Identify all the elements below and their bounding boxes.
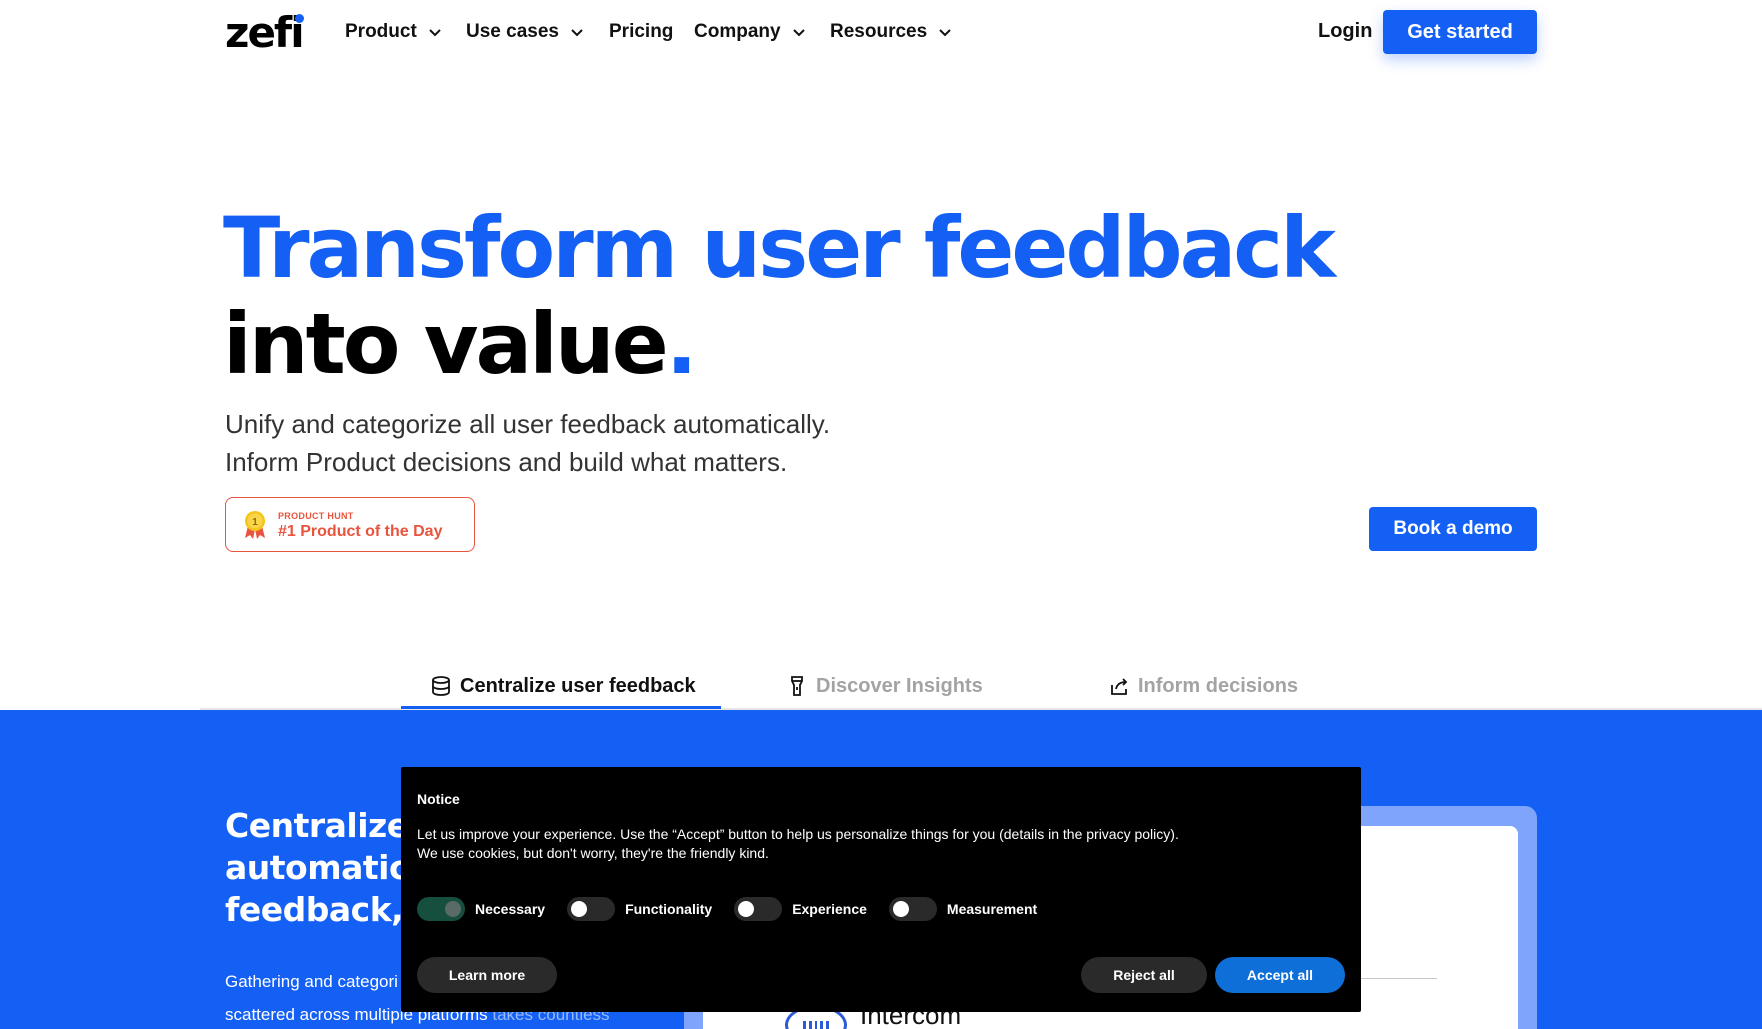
nav-item-label: Resources	[830, 21, 928, 42]
cookie-notice: Notice Let us improve your experience. U…	[401, 767, 1361, 1012]
database-icon	[432, 676, 450, 696]
medal-icon: 1	[245, 511, 265, 539]
toggle-label: Experience	[792, 901, 867, 917]
book-demo-button[interactable]: Book a demo	[1369, 507, 1537, 551]
chevron-down-icon	[571, 29, 583, 37]
tab-label: Centralize user feedback	[460, 674, 696, 697]
flashlight-icon	[791, 676, 803, 696]
toggle-measurement[interactable]: Measurement	[888, 897, 1038, 921]
notice-text: Let us improve your experience. Use the …	[417, 826, 1179, 861]
nav-item-label: Company	[694, 21, 781, 42]
switch-functionality[interactable]	[567, 897, 616, 921]
product-hunt-badge[interactable]: 1 PRODUCT HUNT #1 Product of the Day	[225, 497, 475, 552]
tab-label: Discover Insights	[816, 674, 983, 697]
toggle-functionality[interactable]: Functionality	[567, 897, 712, 921]
login-link[interactable]: Login	[1318, 20, 1372, 43]
accept-all-button[interactable]: Accept all	[1215, 957, 1345, 993]
nav-item-pricing[interactable]: Pricing	[609, 20, 673, 44]
active-tab-indicator	[401, 706, 721, 709]
notice-title: Notice	[417, 791, 460, 807]
nav-item-resources[interactable]: Resources	[830, 20, 953, 44]
reject-all-button[interactable]: Reject all	[1081, 957, 1207, 993]
learn-more-button[interactable]: Learn more	[417, 957, 557, 993]
switch-measurement[interactable]	[888, 897, 937, 921]
chevron-down-icon	[792, 29, 805, 37]
nav-item-product[interactable]: Product	[345, 20, 443, 44]
toggle-experience[interactable]: Experience	[734, 897, 867, 921]
toggle-label: Measurement	[946, 901, 1038, 917]
logo-dot	[294, 14, 304, 23]
hero-headline-line1: Transform user feedback	[223, 199, 1336, 297]
chevron-down-icon	[939, 29, 951, 37]
tab-discover-insights[interactable]: Discover Insights	[786, 672, 983, 700]
get-started-button[interactable]: Get started	[1383, 10, 1537, 54]
consent-toggles: Necessary Functionality Experience Measu…	[417, 896, 1059, 922]
switch-necessary[interactable]	[417, 897, 465, 921]
svg-text:1: 1	[252, 517, 258, 528]
tab-inform-decisions[interactable]: Inform decisions	[1108, 672, 1298, 700]
badge-title: #1 Product of the Day	[278, 523, 443, 540]
nav-item-label: Use cases	[466, 21, 559, 42]
nav-item-use-cases[interactable]: Use cases	[466, 20, 585, 44]
nav-item-label: Product	[345, 21, 417, 42]
chevron-down-icon	[429, 29, 441, 37]
toggle-label: Functionality	[625, 901, 713, 917]
tab-label: Inform decisions	[1138, 674, 1299, 697]
zefi-logo[interactable]: zefi	[225, 10, 305, 56]
nav-item-company[interactable]: Company	[694, 20, 807, 44]
switch-experience[interactable]	[734, 897, 783, 921]
hero-subtitle: Unify and categorize all user feedback a…	[225, 409, 831, 477]
top-nav: zefi Product Use cases Pricing Company R…	[0, 0, 1762, 64]
badge-label: PRODUCT HUNT	[278, 511, 354, 521]
toggle-label: Necessary	[475, 901, 546, 917]
hero-headline-line2: into value.	[223, 295, 698, 393]
share-icon	[1111, 678, 1128, 695]
nav-item-label: Pricing	[609, 21, 674, 42]
tab-centralize-feedback[interactable]: Centralize user feedback	[430, 672, 696, 700]
toggle-necessary[interactable]: Necessary	[417, 897, 545, 921]
